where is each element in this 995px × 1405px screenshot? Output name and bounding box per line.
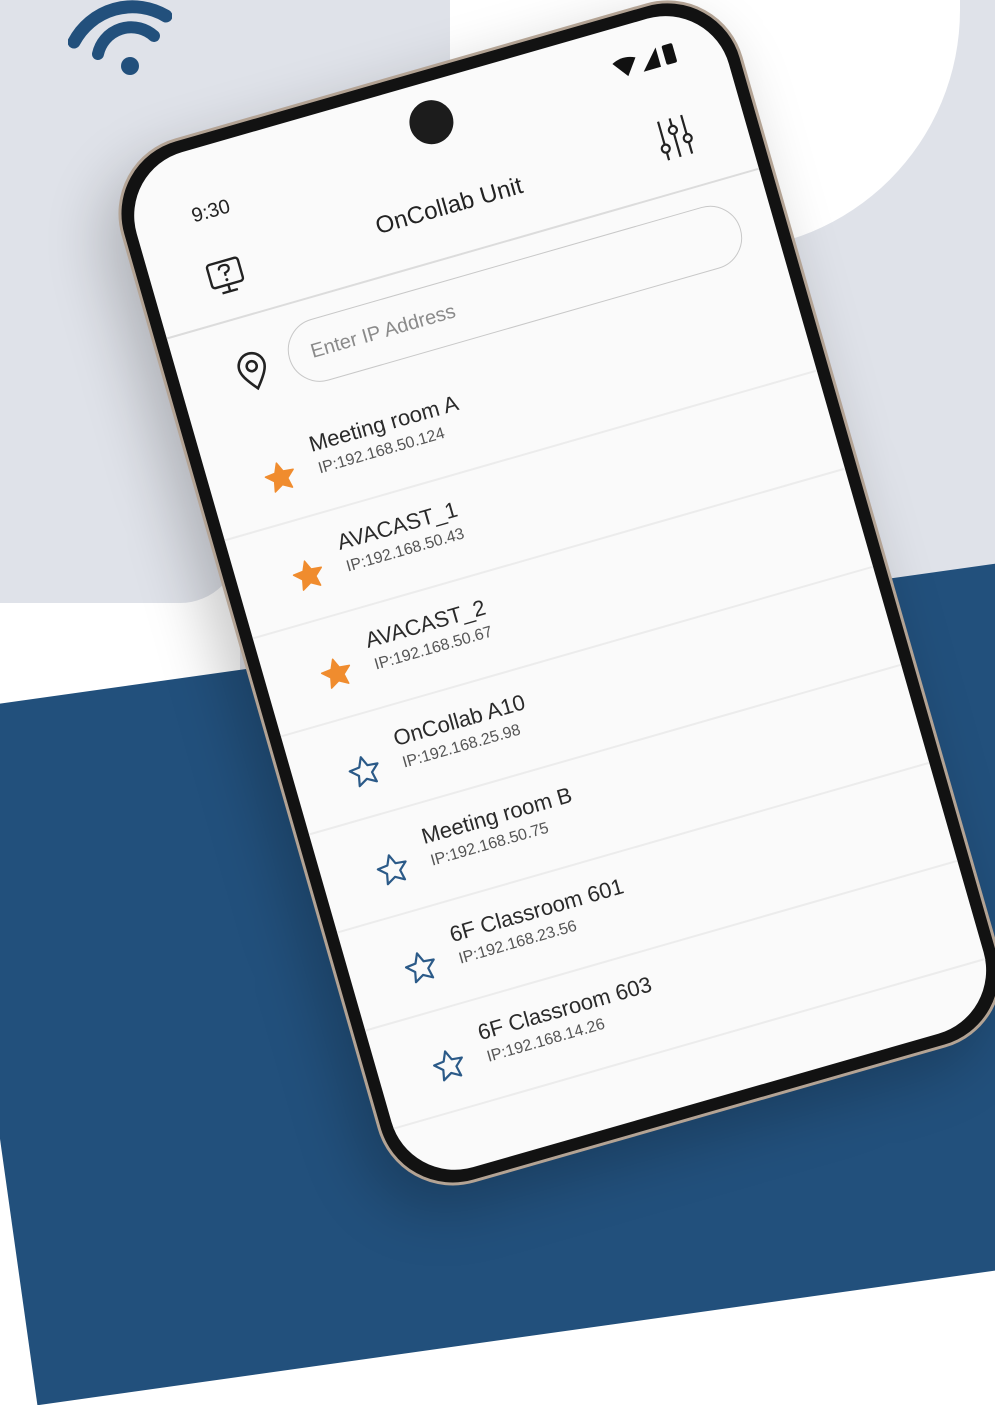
status-time: 9:30 — [189, 195, 233, 228]
wifi-icon — [68, 0, 172, 75]
location-pin-icon — [237, 351, 267, 391]
front-camera — [404, 94, 459, 150]
favorite-star-icon[interactable] — [287, 554, 329, 596]
favorite-star-icon[interactable] — [259, 456, 301, 498]
cell-signal-icon — [643, 47, 662, 72]
status-icons — [612, 43, 677, 77]
wifi-signal-icon — [612, 56, 636, 77]
star-outline-icon[interactable] — [344, 750, 386, 792]
battery-icon — [661, 43, 677, 65]
star-outline-icon[interactable] — [372, 848, 414, 890]
star-outline-icon[interactable] — [400, 946, 442, 988]
favorite-star-icon[interactable] — [315, 652, 357, 694]
star-outline-icon[interactable] — [428, 1044, 470, 1086]
